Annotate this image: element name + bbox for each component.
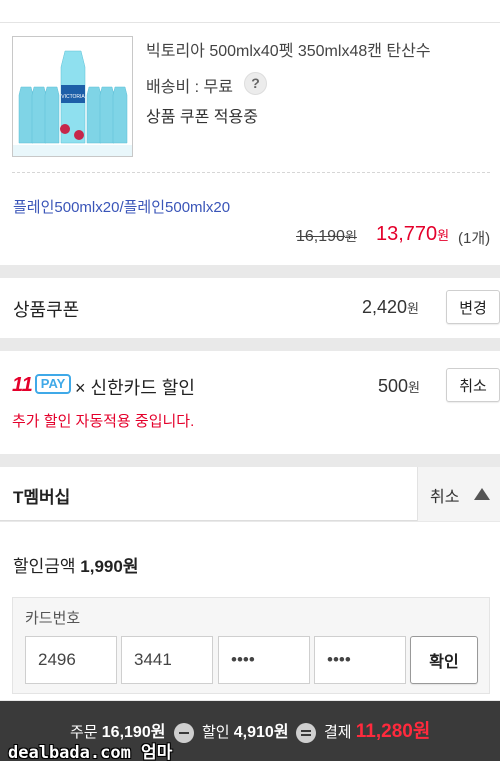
card-number-label: 카드번호 [25, 610, 81, 627]
discount-total: 할인 4,910원 [202, 724, 289, 741]
payment-total: 결제 11,280원 [324, 721, 431, 742]
11pay-logo: 11 PAY [12, 374, 72, 396]
card-field-1[interactable]: 2496 [25, 636, 117, 684]
card-discount-label: × 신한카드 할인 [75, 378, 195, 398]
collapse-triangle-icon [474, 488, 490, 500]
tmembership-toggle-label: 취소 [430, 489, 460, 506]
minus-icon [174, 723, 194, 743]
equals-icon [296, 723, 316, 743]
dashed-divider [12, 172, 490, 173]
tmembership-title: T멤버십 [13, 488, 71, 507]
card-discount-amount: 500원 [378, 376, 421, 396]
card-field-4[interactable]: •••• [314, 636, 406, 684]
product-option: 플레인500mlx20/플레인500mlx20 [13, 199, 231, 216]
coupon-applied-text: 상품 쿠폰 적용중 [146, 109, 258, 126]
card-discount-cancel-button[interactable]: 취소 [446, 368, 500, 402]
confirm-button[interactable]: 확인 [410, 636, 478, 684]
shipping-fee: 배송비 : 무료 [146, 79, 233, 96]
sale-price: 13,770원 [376, 223, 450, 245]
product-name[interactable]: 빅토리아 500mlx40펫 350mlx48캔 탄산수 [146, 37, 431, 61]
section-header-cut [0, 0, 500, 22]
discount-amount-row: 할인금액 1,990원 [13, 557, 139, 576]
original-price: 16,190원 [296, 228, 357, 245]
quantity: (1개) [458, 230, 491, 247]
water-bottles-image: VICTORIA [13, 37, 132, 156]
help-icon[interactable]: ? [244, 72, 267, 95]
discount-amount-value: 1,990원 [80, 557, 139, 576]
bottle-label: VICTORIA [61, 94, 85, 100]
card-discount-row [0, 351, 500, 454]
coupon-change-button[interactable]: 변경 [446, 290, 500, 324]
coupon-label: 상품쿠폰 [13, 300, 80, 320]
watermark: dealbada.com 엄마 [8, 743, 173, 761]
coupon-amount: 2,420원 [362, 297, 420, 317]
card-field-3[interactable]: •••• [218, 636, 310, 684]
product-thumbnail[interactable]: VICTORIA [12, 36, 133, 157]
card-field-2[interactable]: 3441 [121, 636, 213, 684]
auto-discount-notice: 추가 할인 자동적용 중입니다. [12, 413, 195, 430]
tmembership-toggle[interactable]: 취소 [417, 467, 500, 521]
